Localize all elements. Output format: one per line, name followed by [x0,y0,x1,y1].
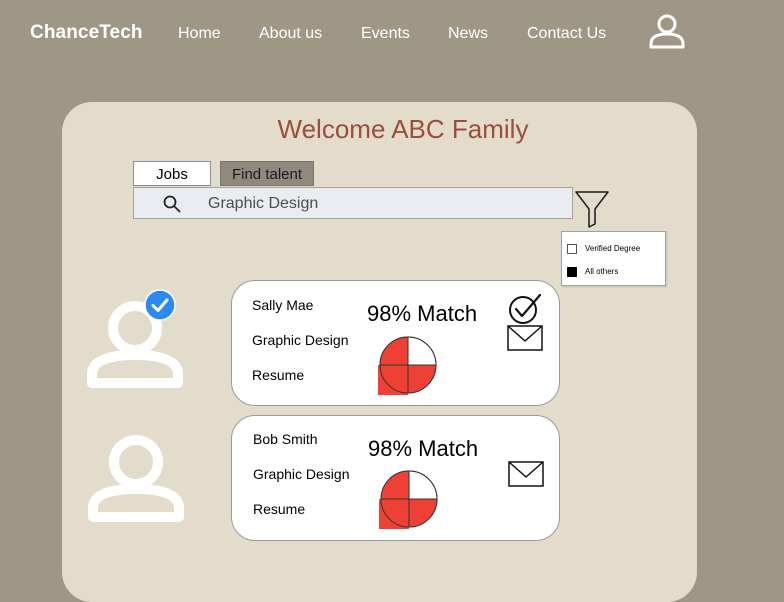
candidate-role: Graphic Design [253,466,350,482]
check-circle-icon[interactable] [508,292,542,326]
search-icon [163,195,181,213]
candidate-card[interactable]: Sally Mae Graphic Design Resume 98% Matc… [231,280,560,406]
nav-events[interactable]: Events [361,25,410,43]
candidate-name: Sally Mae [252,297,314,313]
checkbox-checked[interactable] [567,267,577,277]
filter-icon[interactable] [575,190,609,228]
search-input[interactable]: Graphic Design [133,187,573,219]
candidate-name: Bob Smith [253,431,318,447]
nav-news[interactable]: News [448,25,488,43]
user-icon[interactable] [648,13,686,51]
top-nav: ChanceTech Home About us Events News Con… [0,0,784,70]
resume-link[interactable]: Resume [253,501,305,517]
verified-badge-icon [144,289,176,321]
resume-link[interactable]: Resume [252,367,304,383]
tab-jobs[interactable]: Jobs [133,161,211,186]
tab-find-talent[interactable]: Find talent [220,161,314,186]
candidate-avatar [88,435,184,522]
brand-logo[interactable]: ChanceTech [30,22,143,44]
checkbox[interactable] [567,244,577,254]
candidate-role: Graphic Design [252,332,349,348]
nav-about[interactable]: About us [259,25,322,43]
match-score: 98% Match [368,436,479,461]
candidate-card[interactable]: Bob Smith Graphic Design Resume 98% Matc… [231,415,560,541]
filter-dropdown: Verified Degree All others [561,231,666,286]
match-score: 98% Match [367,301,478,326]
match-pie-chart [378,336,437,395]
match-pie-chart [379,470,438,529]
page-title: Welcome ABC Family [277,114,529,144]
filter-option-label: Verified Degree [585,244,641,253]
envelope-icon[interactable] [507,325,543,351]
search-value: Graphic Design [208,195,319,212]
nav-contact[interactable]: Contact Us [527,25,606,43]
filter-option-label: All others [585,267,619,276]
nav-home[interactable]: Home [178,25,221,43]
envelope-icon[interactable] [508,461,544,487]
